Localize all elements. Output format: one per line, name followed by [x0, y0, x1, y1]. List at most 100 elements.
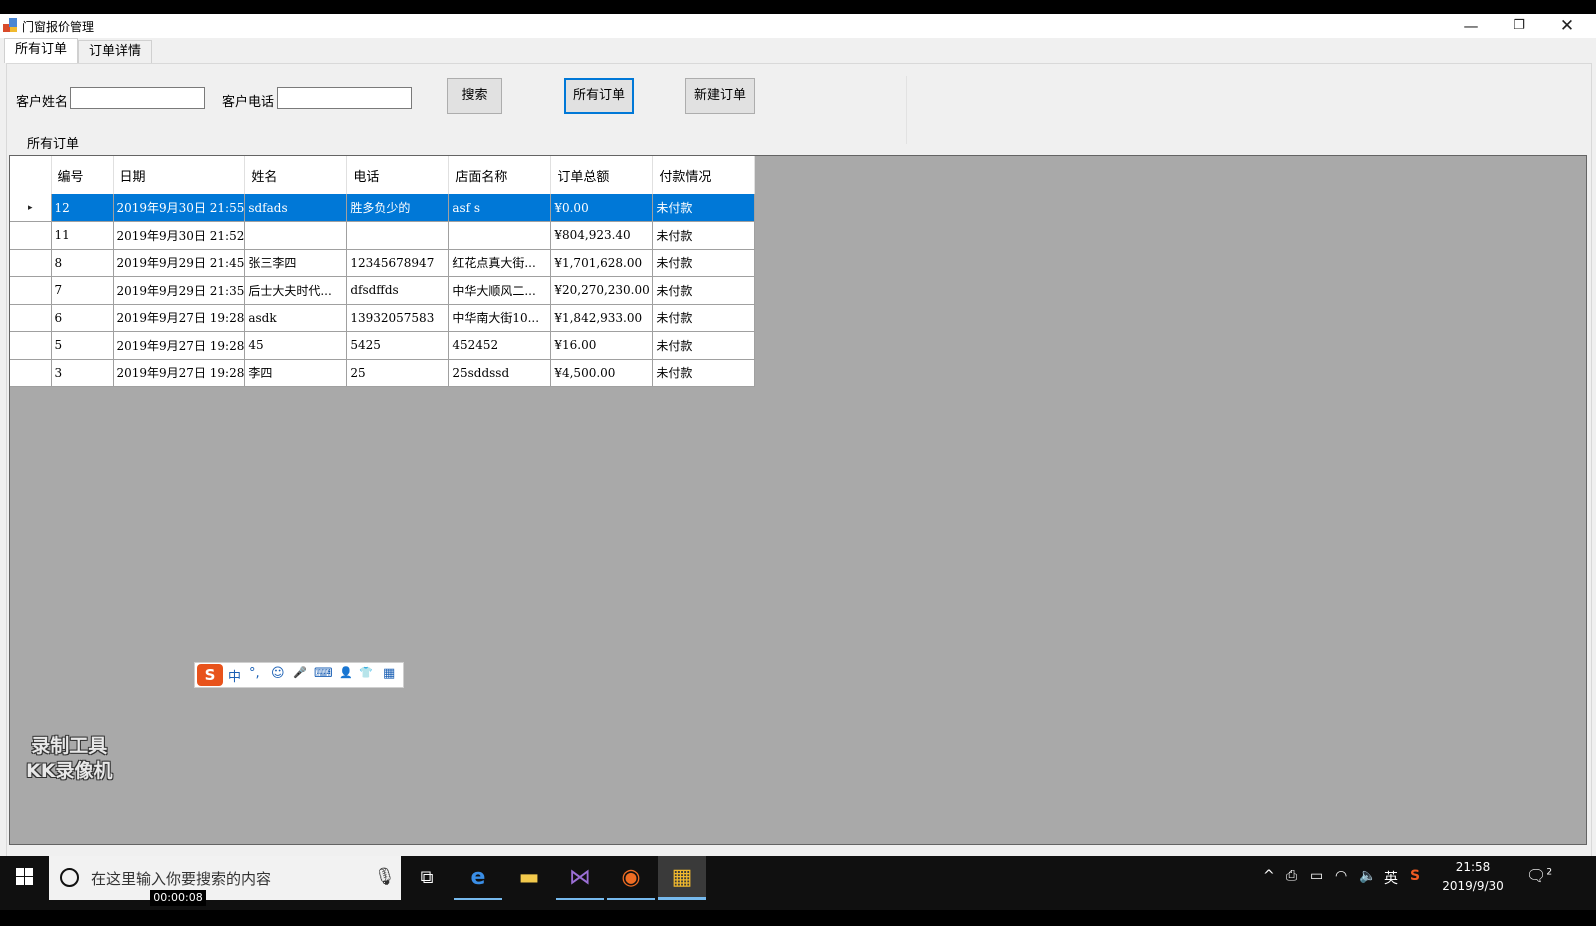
cell-id[interactable]: 6	[51, 304, 114, 332]
cell-phone[interactable]: 5425	[346, 331, 450, 360]
cell-date[interactable]: 2019年9月29日 21:35	[113, 276, 246, 305]
cell-phone[interactable]: 25	[346, 359, 450, 387]
cell-name[interactable]: 后士大夫时代...	[244, 276, 348, 305]
cell-total[interactable]: ¥1,842,933.00	[550, 304, 654, 332]
cell-total[interactable]: ¥804,923.40	[550, 221, 654, 250]
toolbox-grid-icon[interactable]: ▦	[383, 666, 395, 681]
tab-all-orders[interactable]: 所有订单	[4, 38, 79, 63]
search-button[interactable]: 搜索	[447, 78, 502, 114]
cell-payment[interactable]: 未付款	[652, 276, 756, 305]
cell-name[interactable]: 张三李四	[244, 249, 348, 277]
battery-icon[interactable]: ▭	[1310, 868, 1323, 884]
sogou-tray-icon[interactable]: S	[1410, 868, 1420, 884]
tab-order-details[interactable]: 订单详情	[78, 40, 153, 63]
row-header[interactable]	[10, 304, 52, 332]
table-row[interactable]: 3 2019年9月27日 19:28 李四 25 25sddssd ¥4,500.00 未付…	[10, 359, 756, 387]
all-orders-button[interactable]: 所有订单	[564, 78, 634, 114]
table-row[interactable]: 6 2019年9月27日 19:28 asdk 13932057583 中华南大街10.…	[10, 304, 756, 332]
cell-payment[interactable]: 未付款	[652, 221, 756, 250]
cell-name[interactable]: sdfads	[244, 194, 348, 222]
cell-total[interactable]: ¥20,270,230.00	[550, 276, 654, 305]
cell-total[interactable]: ¥1,701,628.00	[550, 249, 654, 277]
cell-date[interactable]: 2019年9月27日 19:28	[113, 331, 246, 360]
cell-store[interactable]: asf s	[448, 194, 552, 222]
task-view-icon[interactable]: ⧉	[403, 856, 451, 900]
cell-phone[interactable]: 胜多负少的	[346, 194, 450, 222]
cell-total[interactable]: ¥4,500.00	[550, 359, 654, 387]
column-header-phone[interactable]: 电话	[346, 156, 450, 194]
cell-name[interactable]: 李四	[244, 359, 348, 387]
table-row[interactable]: 5 2019年9月27日 19:28 45 5425 452452 ¥16.00 未付款	[10, 331, 756, 360]
ime-punctuation-toggle[interactable]: °,	[249, 666, 260, 681]
cell-date[interactable]: 2019年9月30日 21:52	[113, 221, 246, 250]
cell-date[interactable]: 2019年9月30日 21:55	[113, 194, 246, 222]
cell-phone[interactable]: 12345678947	[346, 249, 450, 277]
new-order-button[interactable]: 新建订单	[685, 78, 755, 114]
table-row[interactable]: ▸ 12 2019年9月30日 21:55 sdfads 胜多负少的 asf s ¥0.00…	[10, 194, 756, 222]
emoji-icon[interactable]: ☺	[271, 666, 285, 681]
cell-phone[interactable]: 13932057583	[346, 304, 450, 332]
printer-icon[interactable]: ⎙	[1286, 868, 1297, 884]
cell-store[interactable]: 25sddssd	[448, 359, 552, 387]
cell-id[interactable]: 7	[51, 276, 114, 305]
cell-name[interactable]	[244, 221, 348, 250]
cell-id[interactable]: 12	[51, 194, 114, 222]
cell-id[interactable]: 8	[51, 249, 114, 277]
cell-date[interactable]: 2019年9月29日 21:45	[113, 249, 246, 277]
cell-payment[interactable]: 未付款	[652, 359, 756, 387]
visual-studio-icon[interactable]: ⋈	[556, 856, 604, 900]
volume-icon[interactable]: 🔈	[1359, 868, 1376, 884]
recorder-app-icon[interactable]: ◉	[607, 856, 655, 900]
cell-store[interactable]: 中华南大街10...	[448, 304, 552, 332]
cell-date[interactable]: 2019年9月27日 19:28	[113, 304, 246, 332]
row-header[interactable]: ▸	[10, 194, 52, 222]
tray-overflow-icon[interactable]: ^	[1263, 868, 1275, 884]
row-header[interactable]	[10, 359, 52, 387]
cell-date[interactable]: 2019年9月27日 19:28	[113, 359, 246, 387]
cell-payment[interactable]: 未付款	[652, 249, 756, 277]
table-row[interactable]: 8 2019年9月29日 21:45 张三李四 12345678947 红花点真大街..…	[10, 249, 756, 277]
cell-store[interactable]: 红花点真大街...	[448, 249, 552, 277]
column-header-date[interactable]: 日期	[113, 156, 246, 194]
keyboard-icon[interactable]: ⌨	[314, 666, 333, 681]
ime-toolbar[interactable]: S 中 °, ☺ 🎤 ⌨ 👤 👕 ▦	[194, 662, 404, 688]
close-button[interactable]: ✕	[1544, 14, 1590, 38]
customer-phone-input[interactable]	[277, 87, 412, 109]
row-header[interactable]	[10, 221, 52, 250]
cell-payment[interactable]: 未付款	[652, 194, 756, 222]
cell-store[interactable]: 中华大顺风二...	[448, 276, 552, 305]
ime-mode-toggle[interactable]: 中	[228, 666, 241, 685]
file-explorer-icon[interactable]: ▬	[505, 856, 553, 900]
row-header[interactable]	[10, 249, 52, 277]
windows-start-icon[interactable]	[0, 856, 48, 902]
input-language-indicator[interactable]: 英	[1384, 868, 1398, 888]
system-clock[interactable]: 21:58 2019/9/30	[1438, 858, 1508, 896]
cell-store[interactable]	[448, 221, 552, 250]
minimize-button[interactable]: —	[1448, 14, 1494, 38]
wifi-icon[interactable]: ◠	[1335, 868, 1347, 884]
cell-id[interactable]: 5	[51, 331, 114, 360]
taskbar-search-box[interactable]: 在这里输入你要搜索的内容 🎙	[49, 856, 401, 900]
row-header[interactable]	[10, 276, 52, 305]
orders-grid[interactable]: 编号 日期 姓名 电话 店面名称 订单总额 付款情况 ▸ 12 2019年9月30日…	[9, 155, 1587, 845]
cell-store[interactable]: 452452	[448, 331, 552, 360]
column-header-name[interactable]: 姓名	[244, 156, 348, 194]
cell-phone[interactable]	[346, 221, 450, 250]
column-header-payment[interactable]: 付款情况	[652, 156, 756, 194]
column-header-id[interactable]: 编号	[51, 156, 114, 194]
user-icon[interactable]: 👤	[339, 666, 353, 679]
cell-total[interactable]: ¥16.00	[550, 331, 654, 360]
cell-phone[interactable]: dfsdffds	[346, 276, 450, 305]
edge-browser-icon[interactable]: e	[454, 856, 502, 900]
cell-name[interactable]: asdk	[244, 304, 348, 332]
notification-center-icon[interactable]: 🗨2	[1526, 866, 1552, 885]
microphone-icon[interactable]: 🎙	[374, 867, 396, 887]
table-row[interactable]: 11 2019年9月30日 21:52 ¥804,923.40 未付款	[10, 221, 756, 250]
customer-name-input[interactable]	[70, 87, 205, 109]
column-header-total[interactable]: 订单总额	[550, 156, 654, 194]
cell-id[interactable]: 11	[51, 221, 114, 250]
cell-payment[interactable]: 未付款	[652, 331, 756, 360]
sogou-logo-icon[interactable]: S	[197, 664, 223, 686]
cell-name[interactable]: 45	[244, 331, 348, 360]
cell-total[interactable]: ¥0.00	[550, 194, 654, 222]
